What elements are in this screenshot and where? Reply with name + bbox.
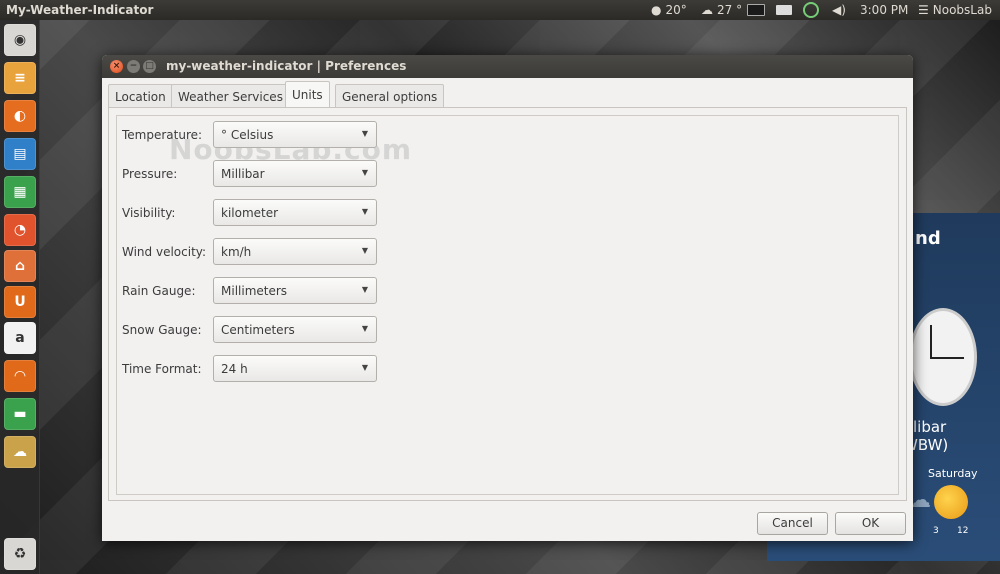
firefox-icon[interactable]: ◐ xyxy=(4,100,36,132)
maximize-icon[interactable]: □ xyxy=(143,60,156,73)
session-menu[interactable]: ☰ NoobsLab xyxy=(918,3,992,17)
notes-app-icon[interactable]: ≡ xyxy=(4,62,36,94)
temperature-select[interactable]: ° Celsius ▼ xyxy=(213,121,377,148)
tab-units[interactable]: Units xyxy=(285,81,330,108)
dropdown-arrow-icon: ▼ xyxy=(361,285,368,294)
widget-low: 3 xyxy=(933,526,939,536)
window-titlebar[interactable]: × − □ my-weather-indicator | Preferences xyxy=(102,55,913,78)
clock-hand xyxy=(930,325,932,359)
dropdown-arrow-icon: ▼ xyxy=(361,246,368,255)
top-panel: My-Weather-Indicator ● 20° ☁ 27 ° ◀) 3:0… xyxy=(0,0,1000,20)
visibility-select[interactable]: kilometer ▼ xyxy=(213,199,377,226)
sun-icon: ● xyxy=(651,3,662,17)
sun-icon xyxy=(934,485,968,519)
mail-icon[interactable] xyxy=(776,5,792,15)
preferences-dialog: × − □ my-weather-indicator | Preferences… xyxy=(102,55,913,541)
wind-velocity-value: km/h xyxy=(221,245,252,259)
impress-icon[interactable]: ◔ xyxy=(4,214,36,246)
units-frame: NoobsLab.com Temperature: ° Celsius ▼ Pr… xyxy=(116,115,899,495)
snow-gauge-label: Snow Gauge: xyxy=(122,323,202,337)
pressure-label: Pressure: xyxy=(122,167,178,181)
tab-general-options[interactable]: General options xyxy=(335,84,445,108)
dropdown-arrow-icon: ▼ xyxy=(361,207,368,216)
battery-icon[interactable] xyxy=(747,4,765,16)
writer-icon[interactable]: ▤ xyxy=(4,138,36,170)
tab-location[interactable]: Location xyxy=(108,84,173,108)
tab-weather-services[interactable]: Weather Services xyxy=(171,84,290,108)
panel-app-title: My-Weather-Indicator xyxy=(6,3,154,17)
cancel-button[interactable]: Cancel xyxy=(757,512,828,535)
snow-gauge-value: Centimeters xyxy=(221,323,295,337)
pressure-select[interactable]: Millibar ▼ xyxy=(213,160,377,187)
software-center-icon[interactable]: ⌂ xyxy=(4,250,36,282)
music-player-icon[interactable]: ◠ xyxy=(4,360,36,392)
amazon-icon[interactable]: a xyxy=(4,322,36,354)
rain-gauge-select[interactable]: Millimeters ▼ xyxy=(213,277,377,304)
indicator-temp-2: 27 ° xyxy=(717,3,743,17)
menu-icon: ☰ xyxy=(918,3,929,17)
pressure-value: Millibar xyxy=(221,167,265,181)
weather-indicator-icon[interactable]: ☁ xyxy=(4,436,36,468)
trash-icon[interactable]: ♻ xyxy=(4,538,36,570)
wind-velocity-label: Wind velocity: xyxy=(122,245,207,259)
dropdown-arrow-icon: ▼ xyxy=(361,168,368,177)
tab-bar: Location Weather Services Units General … xyxy=(108,81,908,108)
rain-gauge-label: Rain Gauge: xyxy=(122,284,196,298)
visibility-label: Visibility: xyxy=(122,206,176,220)
time-format-label: Time Format: xyxy=(122,362,202,376)
indicator-temp-1: 20° xyxy=(665,3,687,17)
visibility-value: kilometer xyxy=(221,206,279,220)
temperature-value: ° Celsius xyxy=(221,128,274,142)
widget-day: Saturday xyxy=(928,467,978,480)
time-format-select[interactable]: 24 h ▼ xyxy=(213,355,377,382)
widget-high: 12 xyxy=(957,526,969,536)
dropdown-arrow-icon: ▼ xyxy=(361,324,368,333)
clock-time[interactable]: 3:00 PM xyxy=(860,3,908,17)
snow-gauge-select[interactable]: Centimeters ▼ xyxy=(213,316,377,343)
close-icon[interactable]: × xyxy=(110,60,123,73)
minimize-icon[interactable]: − xyxy=(127,60,140,73)
weather-indicator-sun[interactable]: ● 20° xyxy=(651,3,687,17)
dropdown-arrow-icon: ▼ xyxy=(361,363,368,372)
dropdown-arrow-icon: ▼ xyxy=(361,129,368,138)
temperature-label: Temperature: xyxy=(122,128,203,142)
cloud-icon: ☁ xyxy=(701,3,713,17)
widget-heading: nd xyxy=(915,228,941,249)
network-icon[interactable] xyxy=(803,2,819,18)
time-format-value: 24 h xyxy=(221,362,248,376)
widget-pressure: libar xyxy=(913,418,947,436)
toggle-app-icon[interactable]: ▬ xyxy=(4,398,36,430)
volume-icon[interactable]: ◀) xyxy=(832,3,846,17)
window-title: my-weather-indicator | Preferences xyxy=(166,59,407,73)
session-user: NoobsLab xyxy=(932,3,992,17)
launcher: ◉ ≡ ◐ ▤ ▦ ◔ ⌂ Ua ◠ ▬ ☁ ♻ xyxy=(0,20,40,574)
dash-home-icon[interactable]: ◉ xyxy=(4,24,36,56)
clock-hand xyxy=(930,357,964,359)
wind-velocity-select[interactable]: km/h ▼ xyxy=(213,238,377,265)
weather-indicator-cloud[interactable]: ☁ 27 ° xyxy=(701,3,742,17)
units-panel: NoobsLab.com Temperature: ° Celsius ▼ Pr… xyxy=(108,107,907,501)
calc-icon[interactable]: ▦ xyxy=(4,176,36,208)
ubuntu-one-icon[interactable]: U xyxy=(4,286,36,318)
ok-button[interactable]: OK xyxy=(835,512,906,535)
rain-gauge-value: Millimeters xyxy=(221,284,288,298)
